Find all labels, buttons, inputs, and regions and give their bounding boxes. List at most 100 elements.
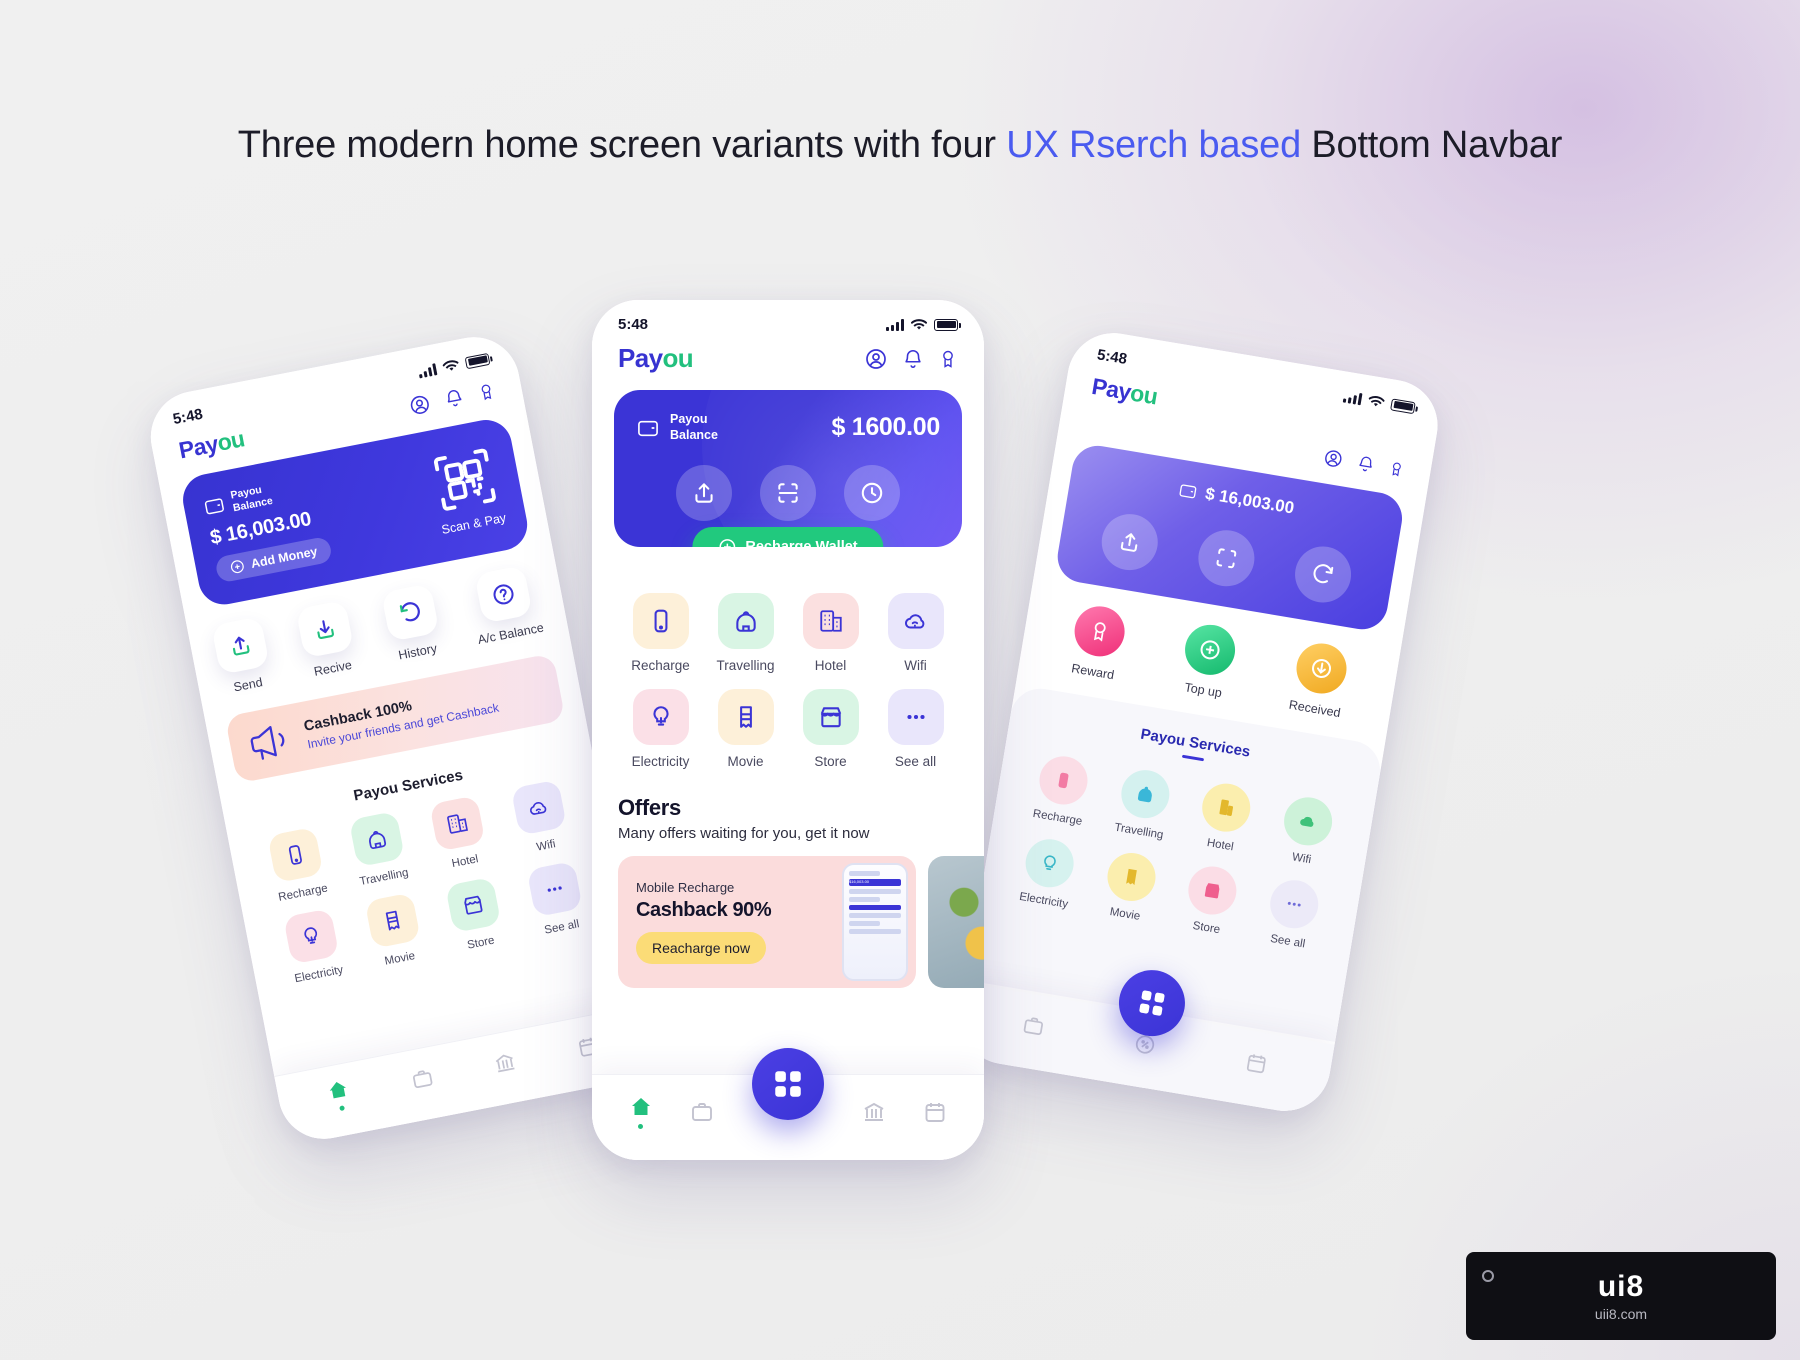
- offer-card-food[interactable]: [928, 856, 984, 989]
- service-label: See all: [894, 754, 937, 770]
- service-store[interactable]: Store: [788, 689, 873, 769]
- balance-amount: $ 1600.00: [831, 413, 940, 442]
- calendar-icon: [925, 1102, 945, 1122]
- offers-carousel[interactable]: Mobile Recharge Cashback 90% Reacharge n…: [618, 856, 984, 989]
- service-movie[interactable]: Movie: [703, 689, 788, 769]
- service-hotel[interactable]: Hotel: [788, 593, 873, 673]
- scan-icon[interactable]: [760, 465, 816, 522]
- nav-home[interactable]: [325, 1077, 353, 1113]
- home-icon: [631, 1097, 650, 1115]
- service-movie[interactable]: Movie: [1083, 846, 1176, 927]
- more-dots-icon: [526, 861, 583, 918]
- send-icon[interactable]: [676, 465, 732, 522]
- quick-topup[interactable]: Top up: [1177, 621, 1239, 701]
- service-wifi[interactable]: Wifi: [494, 776, 588, 859]
- service-recharge[interactable]: Recharge: [618, 593, 703, 673]
- headline-part2: Bottom Navbar: [1301, 124, 1563, 166]
- service-label: Electricity: [293, 964, 345, 986]
- action-send[interactable]: Send: [211, 616, 274, 696]
- profile-icon[interactable]: [407, 392, 433, 418]
- service-travelling[interactable]: Travelling: [332, 808, 426, 891]
- wifi-cloud-icon: [510, 779, 567, 837]
- phone-mockup-center: 5:48 Payou Payou Balance $ 1600.00 Recha…: [592, 300, 984, 1160]
- mobile-icon: [1036, 752, 1092, 809]
- scan-fab-button[interactable]: [752, 1048, 824, 1120]
- signal-icon: [886, 318, 904, 331]
- recharge-now-button[interactable]: Reacharge now: [636, 932, 767, 965]
- offer-phone-line: [849, 913, 901, 919]
- service-label: Wifi: [1291, 851, 1313, 867]
- wallet-name: Payou: [670, 412, 708, 426]
- service-electricity[interactable]: Electricity: [1002, 833, 1095, 914]
- recharge-wallet-button[interactable]: Recharge Wallet: [692, 527, 884, 548]
- badge-icon[interactable]: [938, 347, 958, 371]
- add-money-label: Add Money: [249, 544, 319, 572]
- badge-icon[interactable]: [476, 379, 498, 404]
- watermark-main: ui8: [1597, 1270, 1645, 1303]
- offer-card-mobile-recharge[interactable]: Mobile Recharge Cashback 90% Reacharge n…: [618, 856, 916, 989]
- service-movie[interactable]: Movie: [347, 889, 441, 972]
- app-logo: Payou: [618, 343, 694, 373]
- service-hotel[interactable]: Hotel: [1179, 777, 1272, 858]
- service-label: Recharge: [1031, 807, 1084, 828]
- page-title: Three modern home screen variants with f…: [0, 124, 1800, 167]
- profile-icon[interactable]: [1322, 447, 1345, 470]
- action-recive[interactable]: Recive: [296, 599, 359, 680]
- service-label: Movie: [727, 754, 764, 770]
- service-store[interactable]: Store: [1165, 860, 1258, 941]
- history-icon[interactable]: [844, 465, 900, 522]
- nav-bank[interactable]: [862, 1100, 886, 1124]
- mobile-icon: [267, 826, 324, 884]
- service-label: Store: [1191, 919, 1221, 937]
- headline-accent: UX Rserch based: [1006, 124, 1302, 166]
- wifi-icon: [1368, 395, 1386, 406]
- bell-icon[interactable]: [442, 385, 466, 410]
- offer-phone-illustration: $16,003.00: [842, 863, 908, 982]
- wifi-cloud-icon: [887, 593, 944, 650]
- nav-calendar[interactable]: [1243, 1050, 1268, 1075]
- quick-received[interactable]: Received: [1288, 639, 1351, 720]
- offer-phone-line: [849, 921, 881, 927]
- wallet-label: Payou Balance: [636, 412, 718, 443]
- service-see-all[interactable]: See all: [509, 858, 603, 941]
- card-actions: [636, 465, 940, 522]
- service-recharge[interactable]: Recharge: [1016, 750, 1109, 831]
- signal-icon: [417, 362, 438, 378]
- service-electricity[interactable]: Electricity: [266, 905, 360, 988]
- service-store[interactable]: Store: [428, 874, 522, 957]
- nav-calendar[interactable]: [923, 1100, 947, 1124]
- bell-icon[interactable]: [902, 347, 924, 371]
- refresh-icon[interactable]: [1290, 542, 1356, 607]
- service-travelling[interactable]: Travelling: [703, 593, 788, 673]
- action-history[interactable]: History: [380, 583, 444, 664]
- service-electricity[interactable]: Electricity: [618, 689, 703, 769]
- service-wifi[interactable]: Wifi: [873, 593, 958, 673]
- scan-icon[interactable]: [1194, 526, 1259, 591]
- service-travelling[interactable]: Travelling: [1097, 764, 1190, 845]
- ring-icon: [1482, 1270, 1494, 1282]
- nav-home[interactable]: [629, 1095, 653, 1129]
- quick-reward[interactable]: Reward: [1067, 602, 1129, 683]
- history-icon: [380, 583, 440, 643]
- active-dot: [338, 1104, 345, 1111]
- service-see-all[interactable]: See all: [1246, 874, 1339, 955]
- action-ac-balance[interactable]: A/c Balance: [466, 564, 545, 647]
- service-wifi[interactable]: Wifi: [1260, 791, 1353, 872]
- service-hotel[interactable]: Hotel: [413, 792, 507, 875]
- badge-icon[interactable]: [1387, 458, 1406, 480]
- nav-bank[interactable]: [492, 1049, 518, 1075]
- send-icon: [211, 616, 270, 676]
- bell-icon[interactable]: [1355, 453, 1376, 476]
- send-icon[interactable]: [1097, 509, 1162, 575]
- megaphone-icon: [250, 726, 285, 761]
- nav-briefcase[interactable]: [409, 1065, 435, 1091]
- service-label: Travelling: [358, 867, 410, 889]
- service-recharge[interactable]: Recharge: [251, 824, 345, 907]
- service-see-all[interactable]: See all: [873, 689, 958, 769]
- scan-and-pay-button[interactable]: Scan & Pay: [427, 443, 507, 537]
- bulb-icon: [632, 689, 689, 746]
- profile-icon[interactable]: [864, 347, 888, 371]
- nav-briefcase[interactable]: [690, 1100, 714, 1124]
- quick-topup-label: Top up: [1183, 680, 1223, 701]
- nav-briefcase[interactable]: [1021, 1013, 1046, 1038]
